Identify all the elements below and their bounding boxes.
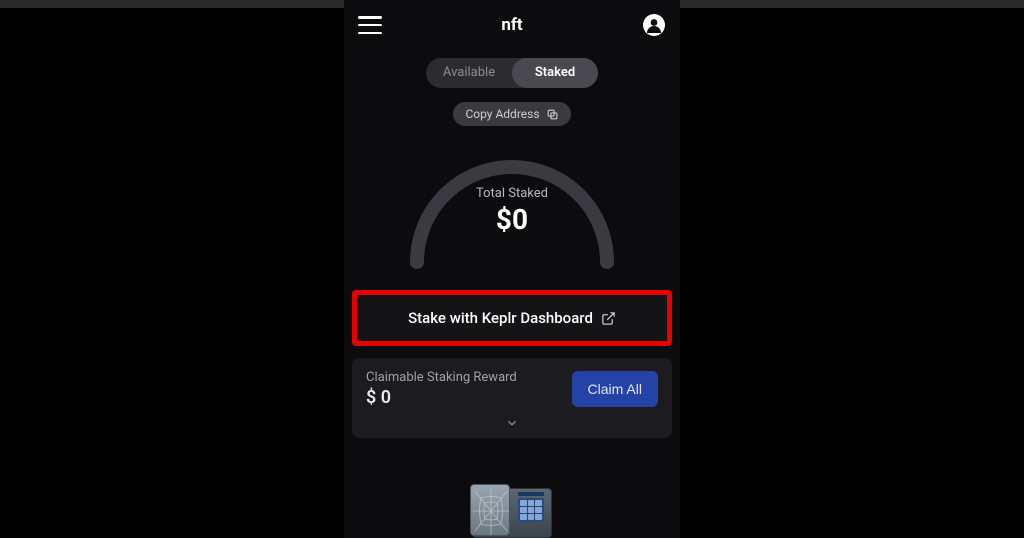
tab-available[interactable]: Available xyxy=(426,58,512,88)
stake-button-label: Stake with Keplr Dashboard xyxy=(408,309,593,327)
stake-tabs: Available Staked xyxy=(426,58,598,88)
chevron-down-icon xyxy=(503,416,521,430)
claim-all-button[interactable]: Claim All xyxy=(572,371,658,407)
vault-illustration xyxy=(344,478,680,538)
mobile-app-viewport: nft Available Staked Copy Address Total … xyxy=(344,0,680,538)
claimable-reward-label: Claimable Staking Reward xyxy=(366,370,517,385)
expand-rewards-button[interactable] xyxy=(366,416,658,430)
app-title: nft xyxy=(501,15,522,35)
menu-icon[interactable] xyxy=(358,16,382,34)
cobweb-icon xyxy=(471,485,511,537)
copy-icon xyxy=(546,108,559,121)
stake-with-keplr-button[interactable]: Stake with Keplr Dashboard xyxy=(352,290,672,346)
account-icon[interactable] xyxy=(642,13,666,37)
claimable-reward-value: $ 0 xyxy=(366,387,517,408)
total-staked-value: $0 xyxy=(344,203,680,236)
app-header: nft xyxy=(344,0,680,50)
copy-address-label: Copy Address xyxy=(465,107,539,121)
claimable-reward-card: Claimable Staking Reward $ 0 Claim All xyxy=(352,358,672,438)
total-staked-gauge: Total Staked $0 xyxy=(344,130,680,290)
tab-staked[interactable]: Staked xyxy=(512,58,598,88)
external-link-icon xyxy=(601,311,616,326)
total-staked-label: Total Staked xyxy=(344,186,680,201)
